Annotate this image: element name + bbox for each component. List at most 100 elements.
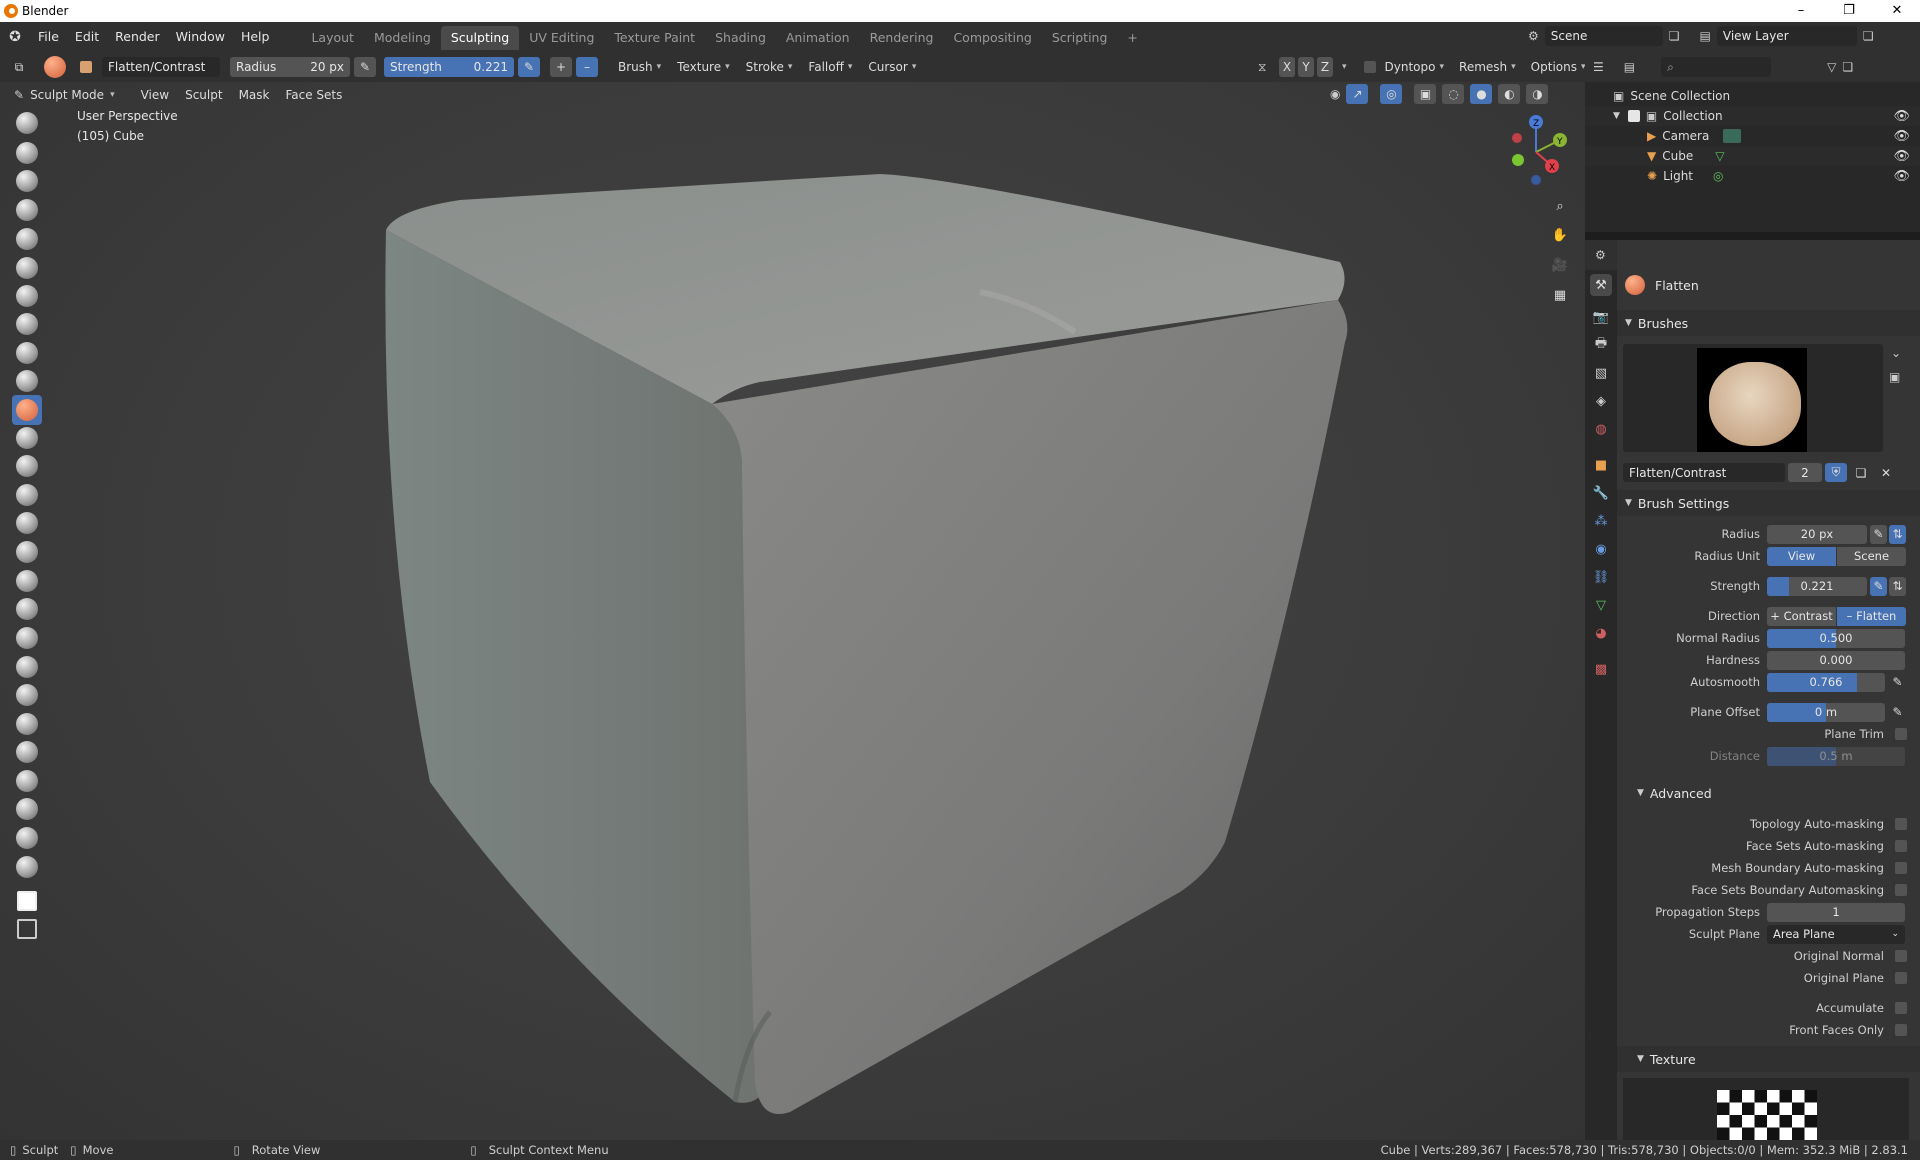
menu-window[interactable]: Window bbox=[168, 22, 233, 52]
brush-list-dropdown-icon[interactable]: ⌄ bbox=[1891, 346, 1901, 360]
section-brush-settings[interactable]: ▼ Brush Settings bbox=[1617, 490, 1920, 516]
strength-pressure-icon[interactable]: ✎ bbox=[518, 57, 540, 77]
new-scene-icon[interactable]: ❏ bbox=[1669, 29, 1680, 43]
navigation-gizmo[interactable]: Z Y X bbox=[1500, 112, 1580, 192]
brush-menu[interactable]: Brush ▾ bbox=[612, 60, 667, 74]
tool-rotate-icon[interactable] bbox=[12, 709, 42, 739]
symmetry-dropdown[interactable]: ▾ bbox=[1336, 62, 1353, 72]
light-visibility-icon[interactable]: 👁 bbox=[1893, 169, 1910, 184]
facesets-boundary-automasking-checkbox[interactable] bbox=[1895, 884, 1907, 896]
tab-world-icon[interactable]: ◍ bbox=[1590, 418, 1612, 440]
tab-tool-icon[interactable]: ⚒ bbox=[1590, 274, 1612, 296]
tab-constraints-icon[interactable]: ⛓ bbox=[1590, 566, 1612, 588]
sculpt-plane-dropdown[interactable]: Area Plane ⌄ bbox=[1767, 924, 1905, 944]
editor-type-icon[interactable]: ⧉ bbox=[8, 57, 30, 77]
distance-slider[interactable]: 0.5 m bbox=[1767, 746, 1905, 766]
shading-material-icon[interactable]: ◐ bbox=[1498, 84, 1521, 104]
cursor-menu[interactable]: Cursor ▾ bbox=[862, 60, 922, 74]
tool-cloth-icon[interactable] bbox=[12, 794, 42, 824]
menu-face-sets[interactable]: Face Sets bbox=[279, 88, 348, 102]
brush-preview-frame[interactable] bbox=[1623, 344, 1883, 452]
outliner-search-input[interactable]: ⌕ bbox=[1661, 57, 1772, 77]
pan-hand-icon[interactable]: ✋ bbox=[1547, 222, 1573, 248]
strength-slider[interactable]: 0.221 bbox=[1767, 576, 1867, 596]
tool-blob-icon[interactable] bbox=[12, 309, 42, 339]
autosmooth-pressure-icon[interactable]: ✎ bbox=[1889, 673, 1906, 692]
mesh-boundary-automasking-checkbox[interactable] bbox=[1895, 862, 1907, 874]
view-layer-icon[interactable]: ▤ bbox=[1700, 29, 1711, 43]
expand-collection-icon[interactable]: ▼ bbox=[1613, 111, 1620, 121]
direction-add-button[interactable]: + bbox=[550, 57, 572, 77]
radius-input[interactable]: 20 px bbox=[1767, 524, 1867, 544]
strength-pressure-toggle-icon[interactable]: ✎ bbox=[1870, 576, 1887, 596]
tab-object-icon[interactable]: ■ bbox=[1590, 454, 1612, 476]
collection-checkbox[interactable] bbox=[1627, 110, 1640, 122]
xray-toggle-icon[interactable]: ▣ bbox=[1414, 84, 1437, 104]
front-faces-only-checkbox[interactable] bbox=[1895, 1024, 1907, 1036]
autosmooth-slider[interactable]: 0.766 bbox=[1767, 672, 1885, 692]
brush-preview-icon[interactable]: ▣ bbox=[1889, 370, 1900, 384]
menu-mask[interactable]: Mask bbox=[233, 88, 276, 102]
minimize-icon[interactable]: – bbox=[1778, 0, 1824, 22]
mode-selector[interactable]: ✎ Sculpt Mode ▾ bbox=[8, 88, 121, 102]
tool-pose-icon[interactable] bbox=[12, 652, 42, 682]
symmetry-z-button[interactable]: Z bbox=[1317, 57, 1333, 77]
original-normal-checkbox[interactable] bbox=[1895, 950, 1907, 962]
collection-visibility-icon[interactable]: 👁 bbox=[1893, 109, 1910, 124]
tab-modeling[interactable]: Modeling bbox=[364, 26, 441, 50]
tool-boundary-icon[interactable] bbox=[12, 766, 42, 796]
tab-texture-paint[interactable]: Texture Paint bbox=[604, 26, 705, 50]
outliner-editor-icon[interactable]: ☰ bbox=[1593, 60, 1604, 74]
tool-thumb-icon[interactable] bbox=[12, 623, 42, 653]
tab-output-icon[interactable]: 🖶 bbox=[1590, 334, 1612, 356]
tool-snake-hook-icon[interactable] bbox=[12, 594, 42, 624]
tool-grab-icon[interactable] bbox=[12, 537, 42, 567]
tab-particles-icon[interactable]: ⁂ bbox=[1590, 510, 1612, 532]
tab-scripting[interactable]: Scripting bbox=[1042, 26, 1118, 50]
tab-view-layer-icon[interactable]: ▧ bbox=[1590, 362, 1612, 384]
camera-view-icon[interactable]: 🎥 bbox=[1547, 252, 1573, 278]
tool-clay-thumb-icon[interactable] bbox=[12, 224, 42, 254]
plane-offset-slider[interactable]: 0 m bbox=[1767, 702, 1885, 722]
tool-crease-icon[interactable] bbox=[12, 338, 42, 368]
tab-data-icon[interactable]: ▽ bbox=[1590, 594, 1612, 616]
direction-contrast-button[interactable]: + Contrast bbox=[1767, 606, 1836, 626]
tab-uv-editing[interactable]: UV Editing bbox=[519, 26, 604, 50]
tool-flatten-icon[interactable] bbox=[12, 395, 42, 425]
outliner-row-camera[interactable]: ▶ Camera 👁 bbox=[1585, 126, 1920, 146]
radius-unit-view-button[interactable]: View bbox=[1767, 546, 1836, 566]
view-layer-selector[interactable]: View Layer bbox=[1716, 26, 1857, 46]
shading-wireframe-icon[interactable]: ◌ bbox=[1442, 84, 1465, 104]
add-workspace-button[interactable]: + bbox=[1117, 26, 1147, 50]
blender-menu-icon[interactable]: ✪ bbox=[0, 29, 30, 45]
accumulate-checkbox[interactable] bbox=[1895, 1002, 1907, 1014]
tool-smooth-icon[interactable] bbox=[12, 366, 42, 396]
strength-field[interactable]: Strength 0.221 bbox=[384, 57, 514, 77]
scene-icon[interactable]: ⚙ bbox=[1528, 29, 1539, 43]
tool-layer-icon[interactable] bbox=[12, 253, 42, 283]
camera-visibility-icon[interactable]: 👁 bbox=[1893, 129, 1910, 144]
tab-modifier-icon[interactable]: 🔧 bbox=[1590, 482, 1612, 504]
menu-edit[interactable]: Edit bbox=[67, 22, 107, 52]
section-brushes[interactable]: ▼ Brushes bbox=[1617, 310, 1920, 336]
options-menu[interactable]: Options ▾ bbox=[1525, 60, 1592, 74]
tab-animation[interactable]: Animation bbox=[776, 26, 860, 50]
filter-icon[interactable]: ▽ bbox=[1827, 60, 1836, 74]
radius-unit-scene-button[interactable]: Scene bbox=[1837, 546, 1906, 566]
outliner-row-scene-collection[interactable]: ▣ Scene Collection bbox=[1585, 86, 1920, 106]
radius-pressure-toggle-icon[interactable]: ✎ bbox=[1870, 524, 1887, 544]
shading-solid-icon[interactable]: ● bbox=[1470, 84, 1493, 104]
tab-render-icon[interactable]: 📷 bbox=[1590, 306, 1612, 328]
restore-icon[interactable]: ❐ bbox=[1826, 0, 1872, 22]
normal-radius-slider[interactable]: 0.500 bbox=[1767, 628, 1905, 648]
overlay-toggle-icon[interactable]: ◎ bbox=[1380, 84, 1403, 104]
tool-clay-icon[interactable] bbox=[12, 166, 42, 196]
tool-clay-strips-icon[interactable] bbox=[12, 195, 42, 225]
symmetry-x-button[interactable]: X bbox=[1279, 57, 1295, 77]
section-texture[interactable]: ▼ Texture bbox=[1617, 1046, 1920, 1072]
tool-slide-relax-icon[interactable] bbox=[12, 737, 42, 767]
direction-subtract-button[interactable]: – bbox=[576, 57, 598, 77]
new-view-layer-icon[interactable]: ❏ bbox=[1863, 29, 1874, 43]
zoom-icon[interactable]: ⌕ bbox=[1547, 193, 1573, 219]
brush-icon[interactable] bbox=[44, 56, 66, 78]
